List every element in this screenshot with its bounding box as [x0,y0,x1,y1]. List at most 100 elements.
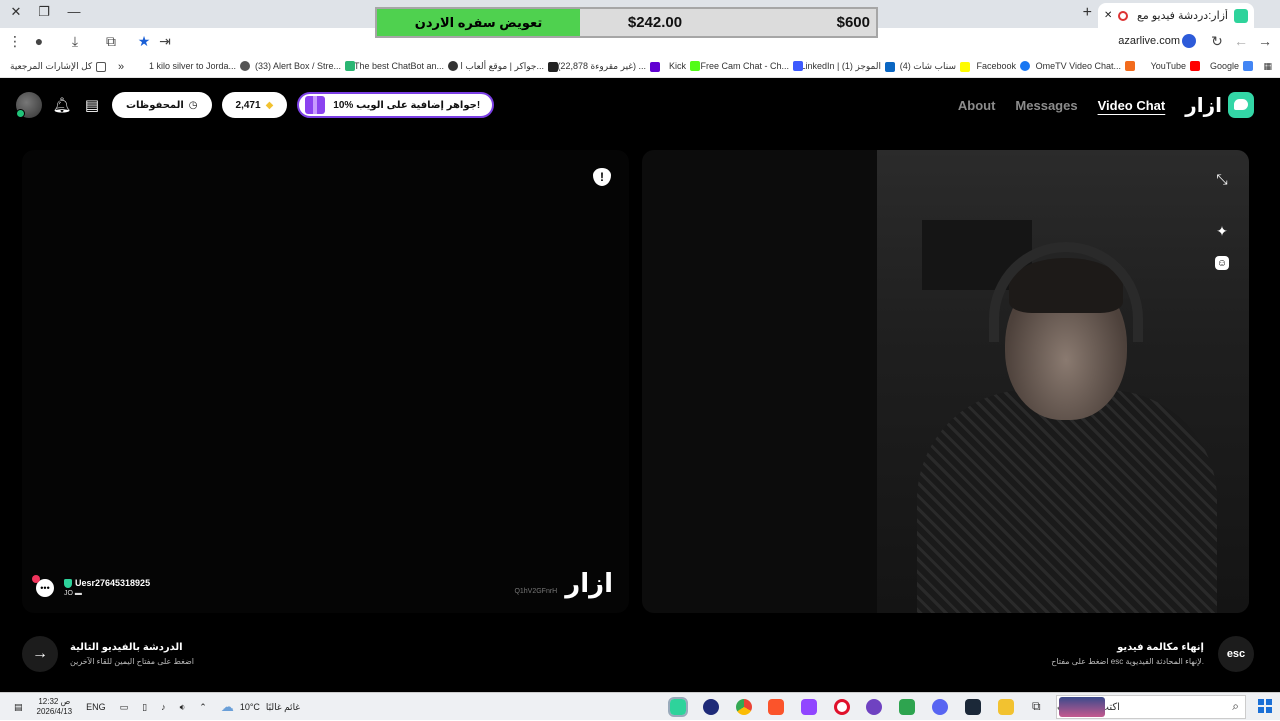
chat-icon[interactable]: ••• [32,574,54,597]
discord-icon[interactable] [932,699,948,715]
app-q-icon[interactable] [703,699,719,715]
gems-button[interactable]: 2,471 ◆ [221,92,288,118]
extensions-icon[interactable]: ⧉ [102,33,120,50]
all-bookmarks-button[interactable]: كل الإشارات المرجعية [10,61,107,72]
avatar[interactable] [16,92,42,118]
bookmark-item[interactable]: The best ChatBot an... [354,61,458,71]
nav-video-chat[interactable]: Video Chat [1098,98,1166,113]
bookmark-item[interactable]: Google [1210,61,1253,71]
notifications-icon[interactable]: ▤ [14,702,23,713]
goal-current-amount: $242.00 [627,14,683,31]
system-tray: ▤ 12:32 ص 2026/4/13 ENG ▭ ▯ ♪ 🔉︎ ⌃ ☁ 10°… [14,693,300,721]
brand-logo[interactable]: ازار [1185,92,1254,118]
menu-icon[interactable]: ⋮ [6,33,24,50]
taskbar-search[interactable]: اكتب هنا للبحث ⌕ [1056,695,1246,719]
weather-widget[interactable]: ☁ 10°C غائم غالبًا [221,699,300,715]
next-chat-button[interactable]: → الدردشة بالفيديو التالية اضغط على مفتا… [22,636,194,672]
nav-about[interactable]: About [958,98,996,113]
esc-key-button[interactable]: esc [1218,636,1254,672]
obs-icon[interactable] [866,699,882,715]
bookmark-item[interactable]: LinkedIn | (1) الموجز [801,61,895,72]
address-bar[interactable]: azarlive.com [1118,35,1180,47]
microphone-icon[interactable]: ♪ [161,702,166,712]
opera-icon[interactable] [834,699,850,715]
streamlabs-icon [345,61,355,71]
bookmarks-overflow-button[interactable]: » [118,61,124,73]
arrow-right-icon[interactable]: → [22,636,58,672]
apps-grid-icon[interactable]: ▦ [1263,61,1272,72]
language-indicator[interactable]: ENG [86,702,106,712]
bookmark-item[interactable]: (4) سناب شات [900,61,970,72]
bookmarks-bar: ▦ Google YouTube OmeTV Video Chat... Fac… [0,56,1280,78]
clock[interactable]: 12:32 ص 2026/4/13 [37,697,73,717]
clock-date: 2026/4/13 [36,707,73,716]
watermark-logo: ازار [565,568,613,598]
forward-icon[interactable]: ← [1232,33,1250,49]
main-nav: About Messages Video Chat ازار [958,92,1254,118]
video-watermark: Q1hV2GFnrH ازار [514,568,613,599]
end-call-button[interactable]: إنهاء مكالمة فيديو اضغط على مفتاح esc لإ… [1051,636,1254,672]
twitch-icon[interactable] [801,699,817,715]
peer-name: Uesr27645318925 [75,578,151,588]
new-tab-button[interactable]: + [1083,4,1092,22]
snapchat-icon [960,61,970,72]
collapse-icon[interactable]: ⤡ [1213,170,1231,188]
bookmark-item[interactable]: (22,878 غير مقروءة) ... [557,61,660,72]
share-icon[interactable]: ⇥ [156,33,174,50]
peer-country: JO ▬ [64,590,82,597]
inbox-icon[interactable]: ▤ [82,95,102,115]
site-info-icon[interactable] [1182,34,1196,48]
tab-title: أزار:دردشة فيديو مع أشخاص [1134,10,1228,22]
bookmark-item[interactable]: OmeTV Video Chat... [1036,61,1135,71]
gems-promo-button[interactable]: 10% جواهر إضافية على الويب! [297,92,495,118]
yahoo-mail-icon [650,61,660,72]
bell-icon[interactable]: 🔔︎ [52,95,72,115]
bookmark-item[interactable]: YouTube [1151,61,1200,71]
network-icon[interactable]: ▭ [120,702,129,713]
store-icon[interactable] [899,699,915,715]
nav-messages[interactable]: Messages [1015,98,1077,113]
download-icon[interactable]: ⤓ [66,33,84,50]
reload-icon[interactable]: ↻ [1208,33,1226,50]
volume-icon[interactable]: 🔉︎ [180,702,186,713]
battery-icon[interactable]: ▯ [142,702,147,713]
bookmark-item[interactable]: Free Cam Chat - Ch... [700,61,803,71]
bookmark-star-icon[interactable]: ★ [135,33,153,50]
profile-avatar-icon[interactable]: ● [30,33,48,49]
report-icon[interactable]: ! [593,168,611,186]
goal-label: تعويض سفره الاردن [377,9,580,36]
close-tab-icon[interactable]: ✕ [1104,10,1112,21]
brave-icon[interactable] [768,699,784,715]
azar-taskbar-icon[interactable] [668,697,688,717]
google-icon [1243,61,1253,71]
bookmark-item[interactable]: Facebook [976,61,1030,71]
cloud-icon: ☁ [220,699,234,714]
file-explorer-icon[interactable] [998,699,1014,715]
search-highlight-image [1059,697,1105,717]
chrome-icon[interactable] [736,699,752,715]
task-view-icon[interactable]: ⧉ [1032,699,1048,715]
bookmark-item[interactable]: (33) Alert Box / Stre... [255,61,355,71]
bookmark-item[interactable]: Kick [669,61,700,71]
restore-window-button[interactable]: ❐ [34,4,54,20]
minimize-window-button[interactable]: — [64,4,84,19]
camera-feed [877,150,1249,613]
brand-name: ازار [1185,94,1222,117]
chevron-up-icon[interactable]: ⌃ [199,702,207,713]
windows-start-icon[interactable] [1258,699,1272,713]
saved-button[interactable]: المحفوظات ◷ [112,92,212,118]
bookmark-item[interactable]: 1 kilo silver to Jorda... [149,61,250,71]
close-window-button[interactable]: ✕ [6,4,26,20]
online-status-icon [16,109,25,118]
silver-site-icon [240,61,250,71]
magic-wand-icon[interactable]: ✦ [1213,222,1231,240]
gift-icon [305,96,326,114]
steam-icon[interactable] [965,699,981,715]
back-icon[interactable]: → [1256,33,1274,49]
bookmark-item[interactable]: جواكر | موقع ألعاب ا... [460,61,558,72]
azar-favicon-icon [1234,8,1248,23]
browser-tab-active[interactable]: أزار:دردشة فيديو مع أشخاص ✕ [1098,3,1254,28]
chatbot-icon [448,61,458,71]
gem-icon: ◆ [265,99,274,111]
face-filter-icon[interactable]: ☺ [1215,256,1229,270]
